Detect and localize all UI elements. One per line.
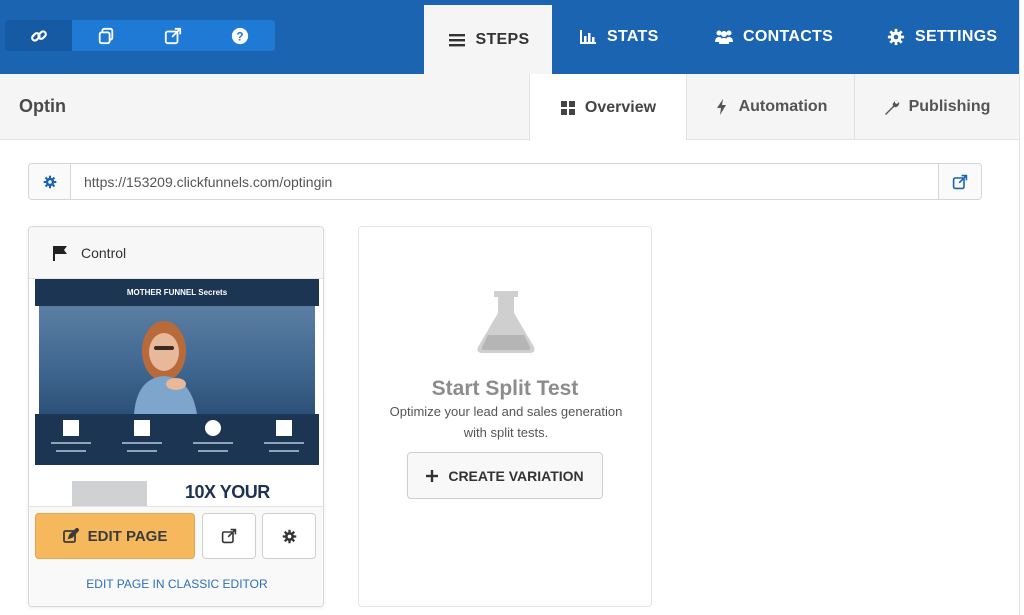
external-link-icon	[221, 528, 237, 544]
tab-settings[interactable]: SETTINGS	[886, 0, 997, 74]
flag-icon	[53, 245, 67, 261]
help-icon: ?	[231, 27, 248, 44]
copy-icon	[98, 27, 113, 44]
wrench-icon	[884, 100, 899, 115]
edit-page-button[interactable]: EDIT PAGE	[35, 513, 195, 559]
bar-chart-icon	[580, 30, 596, 44]
copy-button[interactable]	[72, 20, 139, 51]
preview-headline: 10X YOUR	[185, 482, 270, 502]
users-icon	[715, 30, 733, 44]
tab-settings-label: SETTINGS	[915, 28, 998, 45]
preview-logo-bar: MOTHER FUNNEL Secrets	[35, 279, 319, 306]
funnel-tools-group: ?	[5, 20, 275, 51]
tab-contacts[interactable]: CONTACTS	[714, 0, 833, 74]
open-page-button[interactable]	[202, 513, 256, 559]
external-link-icon	[952, 174, 968, 189]
woman-portrait-image	[134, 321, 197, 414]
url-settings-button[interactable]	[29, 164, 71, 199]
open-url-button[interactable]	[938, 164, 981, 199]
subtab-automation-label: Automation	[738, 98, 828, 115]
list-icon	[448, 33, 465, 46]
step-url-bar: https://153209.clickfunnels.com/optingin	[28, 163, 982, 200]
tab-steps[interactable]: STEPS	[424, 5, 552, 74]
gear-icon	[43, 175, 56, 188]
gear-icon	[282, 529, 296, 543]
subtab-automation[interactable]: Automation	[686, 74, 854, 140]
edit-page-label: EDIT PAGE	[87, 527, 168, 545]
split-test-description: Optimize your lead and sales generation …	[389, 404, 623, 440]
control-card-header: Control	[29, 227, 323, 279]
split-test-card: Start Split Test Optimize your lead and …	[358, 226, 652, 607]
create-variation-label: CREATE VARIATION	[448, 467, 584, 484]
preview-hero-image	[39, 306, 315, 414]
tab-stats[interactable]: STATS	[578, 0, 659, 74]
preview-logo: MOTHER FUNNEL Secrets	[126, 288, 228, 297]
edit-classic-editor-link[interactable]: EDIT PAGE IN CLASSIC EDITOR	[29, 577, 323, 591]
split-test-title: Start Split Test	[431, 377, 579, 400]
window-edge	[1019, 0, 1024, 615]
bolt-icon	[716, 99, 726, 115]
control-variant-card: Control MOTHER FUNNEL Secrets 10X YOUR E…	[28, 226, 324, 607]
preview-bottom-section: 10X YOUR	[35, 465, 319, 506]
open-external-button[interactable]	[139, 20, 206, 51]
page-preview-thumbnail[interactable]: MOTHER FUNNEL Secrets 10X YOUR	[35, 279, 319, 506]
subtab-publishing-label: Publishing	[908, 98, 991, 115]
step-url[interactable]: https://153209.clickfunnels.com/optingin	[71, 164, 938, 199]
tab-contacts-label: CONTACTS	[743, 28, 834, 45]
preview-stats-strip	[35, 414, 319, 465]
subtab-overview-label: Overview	[584, 98, 657, 116]
subtab-publishing[interactable]: Publishing	[854, 74, 1019, 140]
preview-secondary-image	[72, 481, 147, 506]
step-header-bar: Optin Overview Automation Publishing	[0, 74, 1019, 141]
edit-icon	[62, 528, 79, 543]
page-settings-button[interactable]	[262, 513, 316, 559]
tab-steps-label: STEPS	[475, 30, 530, 48]
svg-text:?: ?	[236, 30, 243, 43]
control-card-title: Control	[81, 244, 127, 261]
top-navigation-bar: ? STEPS STATS CONTACTS SETTINGS	[0, 0, 1019, 74]
step-name: Optin	[19, 96, 66, 116]
flask-icon	[477, 291, 535, 353]
create-variation-button[interactable]: CREATE VARIATION	[407, 452, 603, 499]
plus-icon	[426, 469, 439, 482]
subtab-overview[interactable]: Overview	[529, 74, 686, 141]
external-link-icon	[164, 27, 181, 44]
help-button[interactable]: ?	[206, 20, 273, 51]
tab-stats-label: STATS	[607, 28, 659, 45]
control-card-actions: EDIT PAGE EDIT PAGE IN CLASSIC EDITOR	[29, 506, 323, 606]
link-button[interactable]	[5, 20, 72, 51]
gear-icon	[887, 28, 905, 46]
link-icon	[30, 29, 47, 42]
grid-icon	[560, 100, 575, 115]
